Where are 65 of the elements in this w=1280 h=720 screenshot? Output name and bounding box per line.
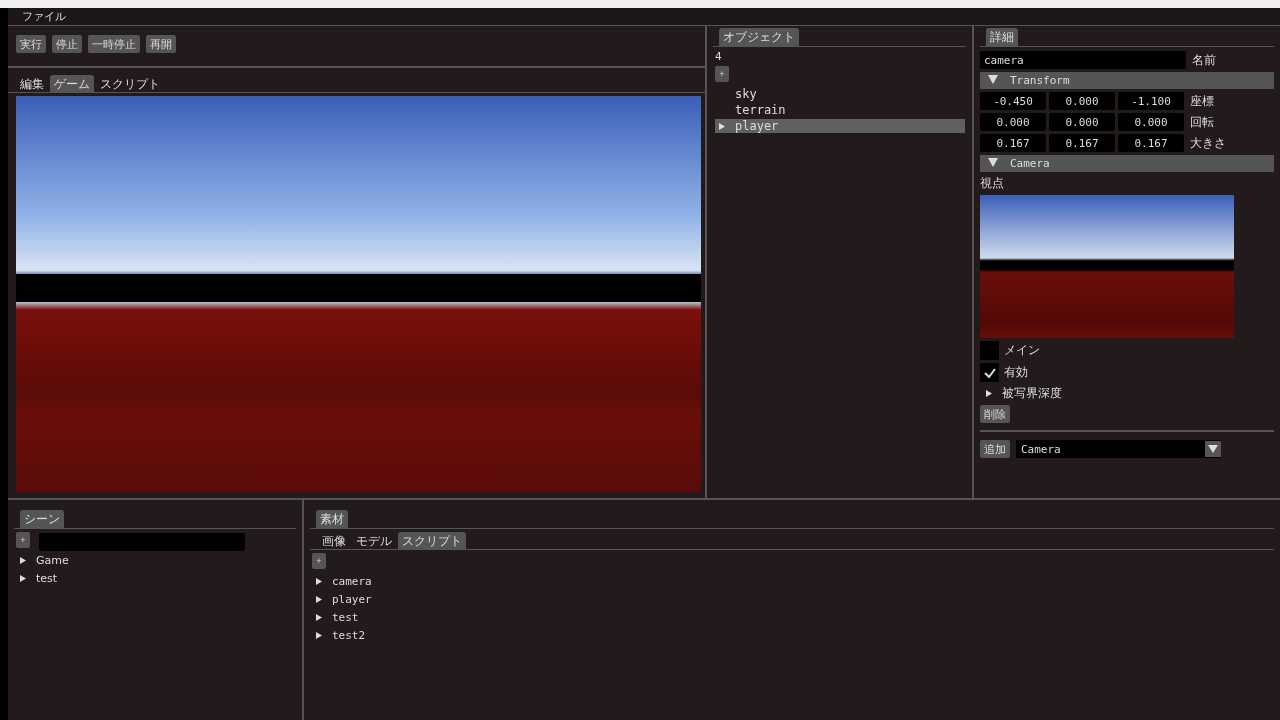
number-field[interactable]: 0.000 xyxy=(980,113,1046,131)
checkbox[interactable] xyxy=(980,341,999,360)
preview-label: 視点 xyxy=(980,175,1005,192)
expand-arrow-icon xyxy=(316,632,322,639)
object-list-item[interactable]: terrain xyxy=(715,103,965,117)
checkbox-label: 有効 xyxy=(1004,364,1028,381)
dropdown-arrow-icon xyxy=(1208,445,1218,453)
asset-tab[interactable]: スクリプト xyxy=(398,532,466,549)
collapse-arrow-icon xyxy=(988,158,998,167)
view-tab[interactable]: スクリプト xyxy=(96,75,164,92)
expand-arrow-icon xyxy=(20,575,26,582)
script-list-item[interactable]: test2 xyxy=(312,628,366,644)
add-button[interactable]: + xyxy=(312,553,326,569)
toolbar-button[interactable]: 一時停止 xyxy=(88,35,140,53)
toolbar-button[interactable]: 再開 xyxy=(146,35,176,53)
number-field[interactable]: 0.167 xyxy=(1118,134,1184,152)
expand-arrow-icon xyxy=(20,557,26,564)
tree-node[interactable]: 被写界深度 xyxy=(980,385,1274,402)
section-header[interactable]: Camera xyxy=(980,155,1274,172)
number-field[interactable]: 0.167 xyxy=(980,134,1046,152)
scene-list-item[interactable]: Game xyxy=(16,553,69,569)
script-list-item[interactable]: camera xyxy=(312,574,372,590)
toolbar-button[interactable]: 停止 xyxy=(52,35,82,53)
section-header[interactable]: Transform xyxy=(980,72,1274,89)
checkbox[interactable] xyxy=(980,363,999,382)
expand-arrow-icon xyxy=(986,390,992,397)
checkbox-label: メイン xyxy=(1004,342,1040,359)
object-list-item[interactable]: sky xyxy=(715,87,965,101)
number-field[interactable]: -0.450 xyxy=(980,92,1046,110)
add-component-button[interactable]: 追加 xyxy=(980,440,1010,458)
panel-title: 素材 xyxy=(316,510,348,528)
asset-tab[interactable]: モデル xyxy=(352,532,396,549)
expand-arrow-icon xyxy=(316,578,322,585)
component-dropdown[interactable]: Camera xyxy=(1016,440,1221,458)
script-list-item[interactable]: player xyxy=(312,592,372,608)
collapse-arrow-icon xyxy=(988,75,998,84)
scene-name-field[interactable] xyxy=(39,532,245,551)
add-button[interactable]: + xyxy=(16,532,30,548)
scene-list-item[interactable]: test xyxy=(16,571,58,587)
number-field[interactable]: 0.000 xyxy=(1049,113,1115,131)
expand-arrow-icon xyxy=(316,596,322,603)
field-label: 回転 xyxy=(1190,113,1214,131)
script-list-item[interactable]: test xyxy=(312,610,359,626)
expand-arrow-icon xyxy=(719,123,725,130)
number-field[interactable]: 0.000 xyxy=(1049,92,1115,110)
object-count: 4 xyxy=(715,50,722,64)
delete-button[interactable]: 削除 xyxy=(980,405,1010,423)
view-tab[interactable]: 編集 xyxy=(16,75,48,92)
object-list-item[interactable]: player xyxy=(715,119,965,133)
panel-title: シーン xyxy=(20,510,64,528)
expand-arrow-icon xyxy=(316,614,322,621)
field-label: 大きさ xyxy=(1190,134,1226,152)
add-button[interactable]: + xyxy=(715,66,729,82)
asset-tab[interactable]: 画像 xyxy=(318,532,350,549)
field-label: 座標 xyxy=(1190,92,1214,110)
number-field[interactable]: -1.100 xyxy=(1118,92,1184,110)
name-field[interactable]: camera xyxy=(980,51,1186,69)
panel-title: 詳細 xyxy=(986,28,1018,46)
panel-title: オブジェクト xyxy=(719,28,799,46)
menu-item[interactable]: ファイル xyxy=(22,9,66,24)
number-field[interactable]: 0.167 xyxy=(1049,134,1115,152)
view-tab[interactable]: ゲーム xyxy=(50,75,94,92)
toolbar-button[interactable]: 実行 xyxy=(16,35,46,53)
number-field[interactable]: 0.000 xyxy=(1118,113,1184,131)
field-label: 名前 xyxy=(1192,51,1216,69)
